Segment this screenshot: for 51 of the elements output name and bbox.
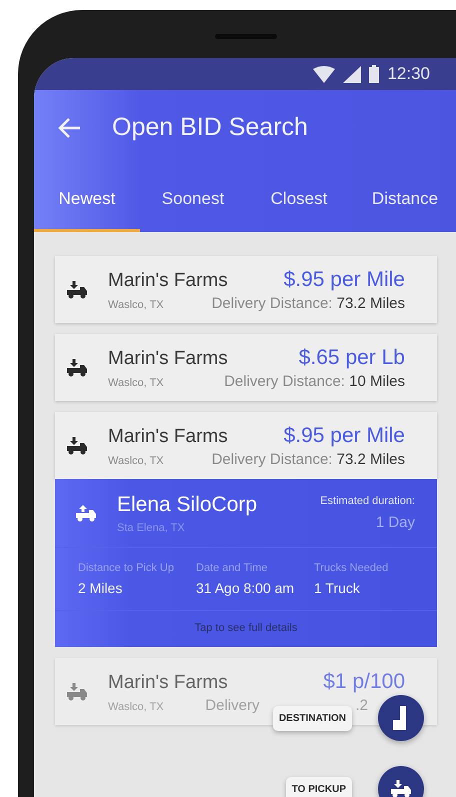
company-location: Waslco, TX [108, 700, 164, 712]
wifi-icon [313, 66, 336, 82]
sort-tab[interactable]: Newest [34, 165, 140, 232]
battery-icon [369, 65, 380, 83]
company-location: Waslco, TX [108, 376, 164, 388]
truck-icon [390, 780, 412, 797]
sort-tab[interactable]: Closest [246, 165, 352, 232]
bid-price: $1 p/100 [323, 670, 405, 694]
action-fab[interactable] [378, 695, 424, 741]
sort-tab[interactable]: Distance [352, 165, 456, 232]
truck-icon [75, 504, 97, 522]
sort-tab[interactable]: Soonest [140, 165, 246, 232]
delivery-distance: Delivery Distance: 73.2 Miles [212, 294, 405, 312]
expanded-bid-card[interactable]: Elena SiloCorp Sta Elena, TX Estimated duration: 1 Day Distance to Pick Up Date and Time Trucks Needed 2 Miles 31 Ago 8:00 am 1 Truck Tap to see full details [55, 479, 437, 647]
delivery-distance: Delivery Distance: 10 Miles [224, 372, 405, 390]
company-location: Waslco, TX [108, 454, 164, 466]
duration-value: 1 Day [376, 514, 415, 531]
detail-label: Date and Time [196, 562, 269, 574]
delivery-distance: .2 [355, 696, 368, 714]
company-name: Marin's Farms [108, 270, 228, 292]
screen-title: Open BID Search [112, 113, 308, 142]
bid-price: $.95 per Mile [284, 268, 405, 292]
company-location: Waslco, TX [108, 298, 164, 310]
bid-card[interactable]: Marin's Farms $.95 per Mile Waslco, TX Delivery Distance: 73.2 Miles [55, 412, 437, 479]
company-name: Elena SiloCorp [117, 492, 258, 516]
duration-label: Estimated duration: [320, 495, 415, 507]
detail-label: Distance to Pick Up [78, 562, 175, 574]
company-name: Marin's Farms [108, 672, 228, 694]
delivery-distance: Delivery Distance: 73.2 Miles [212, 450, 405, 468]
back-arrow-icon[interactable] [58, 116, 82, 138]
detail-value: 1 Truck [314, 580, 361, 596]
delivery-distance: Delivery [205, 696, 260, 714]
detail-value: 2 Miles [78, 580, 124, 596]
truck-icon [66, 682, 88, 700]
truck-icon [66, 436, 88, 454]
truck-icon [66, 280, 88, 298]
fab-label: TO PICKUP [286, 776, 352, 797]
bid-card[interactable]: Marin's Farms $.65 per Lb Waslco, TX Delivery Distance: 10 Miles [55, 334, 437, 401]
bid-price: $.65 per Lb [298, 346, 405, 370]
fab-label: DESTINATION [272, 706, 352, 730]
signal-icon [343, 66, 362, 82]
detail-value: 31 Ago 8:00 am [196, 580, 296, 596]
clock-time: 12:30 [387, 64, 430, 84]
bid-price: $.95 per Mile [284, 424, 405, 448]
company-name: Marin's Farms [108, 348, 228, 370]
company-name: Marin's Farms [108, 426, 228, 448]
company-location: Sta Elena, TX [117, 522, 186, 534]
bid-card[interactable]: Marin's Farms $.95 per Mile Waslco, TX Delivery Distance: 73.2 Miles [55, 256, 437, 323]
detail-label: Trucks Needed [314, 562, 390, 574]
details-hint: Tap to see full details [194, 622, 298, 634]
truck-icon [66, 358, 88, 376]
